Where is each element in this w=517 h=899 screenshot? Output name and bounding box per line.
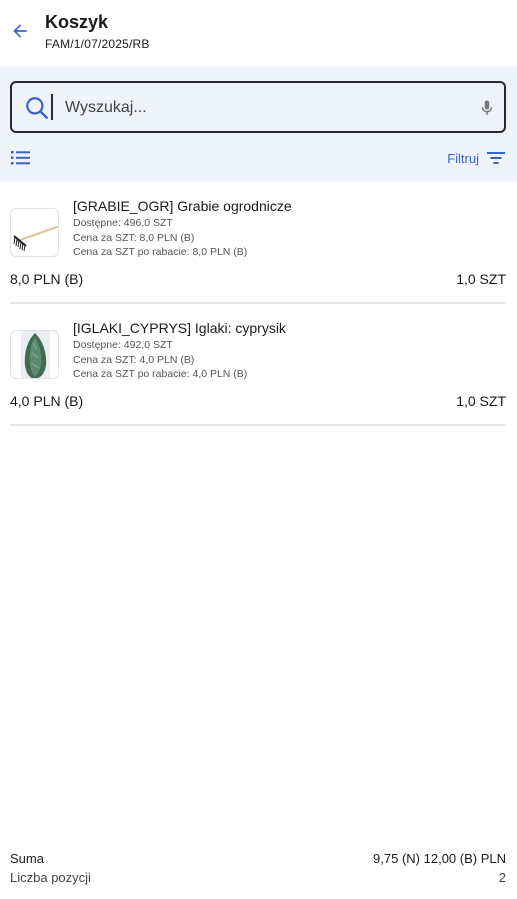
item-quantity[interactable]: 1,0 SZT <box>456 393 506 409</box>
item-total: 8,0 PLN (B) <box>10 271 84 287</box>
item-available: Dostępne: 492,0 SZT <box>73 339 173 351</box>
item-divider <box>10 424 506 426</box>
sum-value: 9,75 (N) 12,00 (B) PLN <box>373 851 506 866</box>
item-count-label: Liczba pozycji <box>10 870 91 885</box>
search-icon[interactable] <box>24 95 50 121</box>
search-toolbar-band: Filtruj <box>0 66 517 182</box>
item-unit-price: Cena za SZT: 4,0 PLN (B) <box>73 354 195 366</box>
app-header: Koszyk FAM/1/07/2025/RB <box>0 0 517 66</box>
page-title: Koszyk <box>45 12 109 32</box>
item-total: 4,0 PLN (B) <box>10 393 84 409</box>
document-number: FAM/1/07/2025/RB <box>45 37 150 51</box>
filter-label: Filtruj <box>447 150 479 166</box>
item-quantity[interactable]: 1,0 SZT <box>456 271 506 287</box>
item-discount-price: Cena za SZT po rabacie: 8,0 PLN (B) <box>73 246 248 258</box>
search-divider <box>51 94 53 120</box>
cart-summary: Suma 9,75 (N) 12,00 (B) PLN Liczba pozyc… <box>0 835 517 899</box>
mic-icon[interactable] <box>478 97 496 119</box>
rake-image <box>10 208 59 257</box>
filter-button[interactable]: Filtruj <box>447 148 505 168</box>
item-discount-price: Cena za SZT po rabacie: 4,0 PLN (B) <box>73 368 248 380</box>
back-button[interactable] <box>8 19 32 43</box>
item-name: [IGLAKI_CYPRYS] Iglaki: cyprysik <box>73 320 286 336</box>
list-icon[interactable] <box>11 150 31 166</box>
search-box[interactable] <box>10 81 506 133</box>
item-name: [GRABIE_OGR] Grabie ogrodnicze <box>73 198 292 214</box>
cart-item[interactable]: [GRABIE_OGR] Grabie ogrodnicze Dostępne:… <box>0 182 517 304</box>
item-available: Dostępne: 496,0 SZT <box>73 217 173 229</box>
arrow-left-icon <box>13 24 27 38</box>
search-input[interactable] <box>65 96 465 120</box>
filter-icon <box>487 152 505 164</box>
cypress-image <box>10 330 59 379</box>
sum-label: Suma <box>10 851 44 866</box>
cart-item[interactable]: [IGLAKI_CYPRYS] Iglaki: cyprysik Dostępn… <box>0 304 517 426</box>
cart-item-list: [GRABIE_OGR] Grabie ogrodnicze Dostępne:… <box>0 182 517 426</box>
item-count-value: 2 <box>498 870 506 885</box>
item-unit-price: Cena za SZT: 8,0 PLN (B) <box>73 232 195 244</box>
